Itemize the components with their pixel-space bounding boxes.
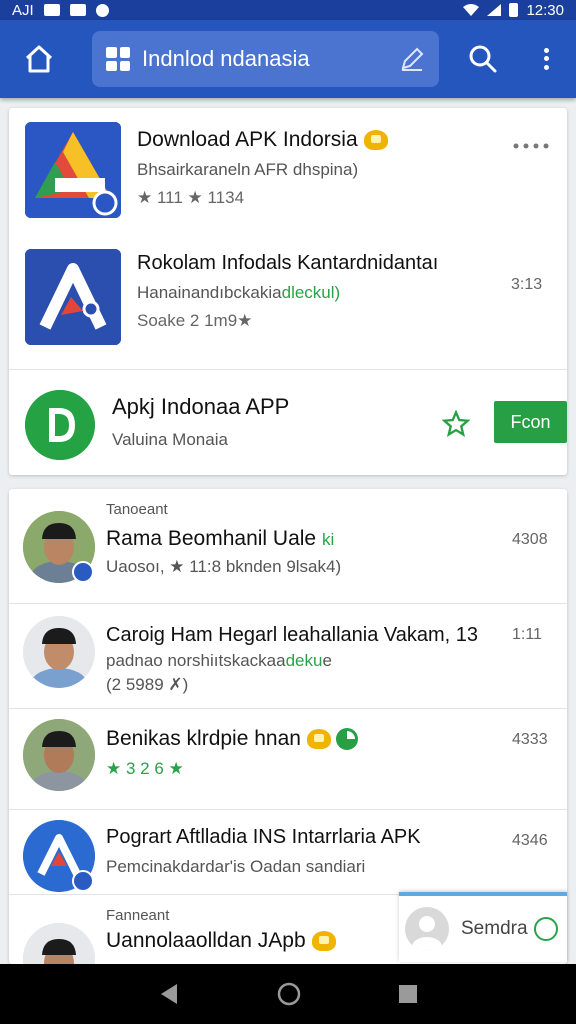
search-field[interactable]: Indnlod ndanasia [92,31,439,87]
app-subtitle: Valuina Monaia [112,430,228,449]
feed-subtitle: Pemcinakdardar'is Oadan sandiari [106,857,366,876]
feed-line-tag: deku [285,651,323,670]
feed-rating: ★ 3 2 6 ★ [106,759,184,779]
wifi-icon [463,4,480,16]
home-icon [25,45,53,73]
feed-line: padnao norshiıtskackaa [106,651,286,670]
feed-title: Rama Beomhanil Uale [106,527,317,550]
app-subtitle-tag: dleckul) [281,283,341,302]
app-title: Download APK Indorsia [137,128,358,151]
app-item[interactable]: Apkj Indonaa APP Valuina Monaia [9,370,567,475]
home-button[interactable] [16,36,62,82]
feed-title: Pogrart Aftlladia INS Intarrlaria APK [106,826,421,848]
mail-icon [43,4,60,16]
recents-icon[interactable] [397,983,419,1005]
feed-time: 4346 [512,832,548,849]
apps-card: Download APK Indorsia Bhsairkaraneln AFR… [9,108,567,475]
avatar [23,616,95,688]
app-icon-drive [25,122,121,218]
app-time: 3:13 [511,276,543,293]
feed-meta: Uaosoı, ★ 11:8 bknden 9lsak4) [106,557,342,576]
verified-badge-icon [72,870,94,892]
status-left-text: AJI [12,1,34,19]
feed-item[interactable]: Benikas klrdpie hnan ★ 3 2 6 ★ 4333 [9,709,567,809]
app-title: Apkj Indonaa APP [112,394,290,419]
home-nav-icon[interactable] [276,981,302,1007]
avatar [23,923,95,964]
app-subtitle: Hanainandıbckakia [137,283,282,302]
verified-badge-icon [72,561,94,583]
app-bar: Indnlod ndanasia [0,20,576,98]
crown-badge-icon [363,130,388,151]
edit-icon[interactable] [399,46,425,72]
nav-bar [0,964,576,1024]
overflow-menu-button[interactable] [534,40,558,78]
feed-title-tag: ki [321,530,335,549]
app-meta: Soake 2 1m9★ [137,311,253,330]
star-outline-icon[interactable] [442,410,470,438]
green-circle-icon [533,917,558,941]
status-time: 12:30 [526,1,564,19]
crown-badge-icon [306,729,331,750]
app-title: Rokolam Infodals Kantardnidantaı [137,252,439,274]
app-item[interactable]: Rokolam Infodals Kantardnidantaı Hanaina… [9,236,567,358]
signal-icon [487,4,502,16]
chat-chip-label: Semdra [461,918,528,939]
app-icon-a [25,249,121,345]
back-icon[interactable] [157,982,181,1006]
feed-time: 4308 [512,531,548,548]
gallery-icon [69,4,86,16]
feed-title: Caroig Ham Hegarl leahallania Vakam, 13 [106,624,479,646]
location-icon [95,3,109,17]
more-dots-icon[interactable] [513,142,549,150]
status-bar: AJI 12:30 [0,0,576,20]
green-status-icon [335,728,358,751]
app-grid-icon [106,47,130,71]
feed-item[interactable]: Pogrart Aftlladia INS Intarrlaria APK Pe… [9,810,567,894]
feed-item[interactable]: Caroig Ham Hegarl leahallania Vakam, 13 … [9,604,567,708]
search-button[interactable] [466,42,500,76]
avatar [23,719,95,791]
feed-item[interactable]: Rama Beomhanil Uale ki Uaosoı, ★ 11:8 bk… [9,503,567,603]
search-icon [469,45,497,73]
app-item[interactable]: Download APK Indorsia Bhsairkaraneln AFR… [9,108,567,230]
app-subtitle: Bhsairkaraneln AFR dhspina) [137,160,359,179]
crown-badge-icon [311,931,336,952]
battery-icon [509,3,519,17]
feed-meta: (2 5989 ✗) [106,675,189,694]
feed-time: 1:11 [512,626,542,643]
chat-chip[interactable]: Semdra [399,892,567,962]
app-icon-d [25,390,95,460]
feed-title: Benikas klrdpie hnan [106,727,301,750]
open-button[interactable]: Fcon [494,401,567,443]
feed-title: Uannolaaolldan JApb [106,929,306,952]
feed-line-end: e [322,651,332,670]
feed-time: 4333 [512,731,548,748]
user-avatar-icon [405,907,449,951]
search-query: Indnlod ndanasia [142,46,310,71]
app-rating: ★ 111 ★ 1134 [137,188,245,207]
